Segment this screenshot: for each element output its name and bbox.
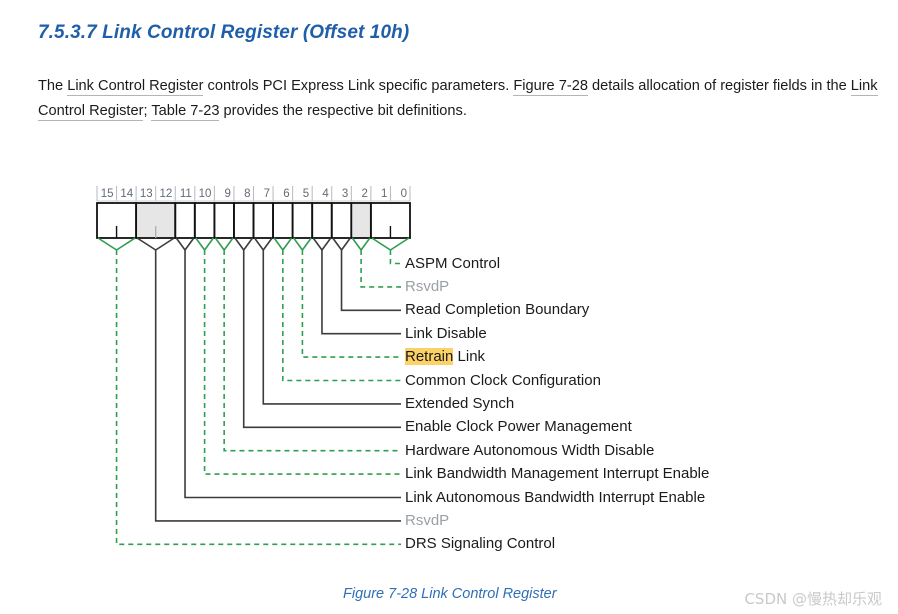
cross-reference-link[interactable]: Link Control Register: [67, 78, 204, 96]
intro-paragraph: The Link Control Register controls PCI E…: [38, 74, 878, 124]
field-funnel-left: [175, 237, 186, 251]
register-bit-cell: [252, 202, 274, 239]
field-label: Link Bandwidth Management Interrupt Enab…: [405, 465, 710, 483]
field-funnel-right: [360, 237, 371, 251]
field-leader-line: [203, 250, 401, 475]
bit-number-2: 2: [361, 188, 368, 200]
field-label: Hardware Autonomous Width Disable: [405, 441, 655, 459]
register-bit-cell: [213, 202, 235, 239]
register-bit-cell: [193, 202, 216, 239]
bit-number-13: 13: [139, 188, 153, 200]
field-funnel-right: [390, 237, 410, 251]
bit-number-8: 8: [244, 188, 251, 200]
field-funnel-left: [351, 237, 362, 251]
reserved-cell-fill: [136, 203, 176, 238]
field-funnel-left: [214, 237, 225, 251]
bit-number-5: 5: [302, 188, 310, 200]
field-funnel-left: [273, 237, 284, 251]
field-funnel-left: [332, 237, 343, 251]
bit-number-0: 0: [400, 188, 407, 200]
field-leader-line: [223, 250, 401, 452]
paragraph-text: controls PCI Express Link specific param…: [203, 78, 514, 94]
bit-number-12: 12: [159, 188, 173, 200]
field-label: RsvdP: [405, 511, 450, 529]
field-funnel-left: [312, 237, 323, 251]
register-bit-cell: [350, 202, 372, 239]
field-label: Extended Synch: [405, 394, 515, 412]
field-funnel-right: [340, 237, 351, 251]
field-label: DRS Signaling Control: [405, 535, 556, 553]
bit-number-7: 7: [263, 188, 271, 200]
field-funnel-right: [282, 237, 293, 251]
bit-number-15: 15: [100, 188, 114, 200]
field-funnel-left: [136, 237, 157, 251]
field-funnel-left: [292, 237, 304, 251]
register-bit-cell: [311, 202, 333, 239]
field-label: RsvdP: [405, 277, 450, 295]
page-title: 7.5.3.7 Link Control Register (Offset 10…: [38, 22, 410, 43]
register-bit-cell: [174, 202, 196, 239]
field-funnel-right: [116, 237, 136, 251]
field-leader-line: [340, 250, 401, 312]
register-bit-cell: [272, 202, 294, 239]
paragraph-text: provides the respective bit definitions.: [219, 103, 467, 119]
paragraph-text: details allocation of register fields in…: [587, 78, 851, 94]
bit-number-10: 10: [198, 188, 212, 200]
register-bit-cell: [291, 202, 314, 239]
watermark: CSDN @慢热却乐观: [744, 590, 882, 608]
field-funnel-left: [371, 237, 391, 251]
field-funnel-right: [301, 237, 312, 251]
bit-number-4: 4: [322, 188, 329, 200]
paragraph-text: The: [38, 78, 68, 94]
highlighted-text: Retrain: [405, 348, 454, 366]
cross-reference-link[interactable]: Figure 7-28: [513, 78, 588, 96]
field-label: Common Clock Configuration: [405, 371, 601, 389]
field-funnel-left: [97, 237, 117, 251]
bit-number-9: 9: [224, 188, 231, 200]
field-label: Enable Clock Power Management: [405, 418, 632, 436]
field-leader-line: [301, 250, 401, 358]
register-bit-cell: [330, 202, 353, 239]
field-funnel-right: [223, 237, 234, 251]
field-funnel-right: [243, 237, 254, 251]
field-funnel-right: [262, 237, 273, 251]
register-bit-cell: [369, 202, 411, 239]
field-label: Link Autonomous Bandwidth Interrupt Enab…: [405, 488, 706, 506]
field-label: Read Completion Boundary: [405, 301, 590, 319]
field-leader-line: [321, 250, 401, 335]
field-leader-line: [262, 250, 401, 405]
field-leader-line: [389, 250, 401, 265]
figure-caption: Figure 7-28 Link Control Register: [343, 586, 557, 602]
field-leader-line: [154, 250, 401, 522]
field-funnel-right: [203, 237, 215, 251]
cross-reference-link[interactable]: Table 7-23: [151, 103, 220, 121]
register-bit-cell: [135, 202, 177, 239]
field-leader-line: [115, 250, 401, 546]
field-label: Retrain Link: [405, 348, 486, 366]
field-funnel-left: [234, 237, 245, 251]
bit-number-1: 1: [381, 188, 388, 200]
register-bit-cell: [233, 202, 255, 239]
field-funnel-right: [155, 237, 175, 251]
field-leader-line: [360, 250, 401, 288]
bit-number-11: 11: [179, 188, 192, 200]
field-leader-line: [184, 250, 401, 499]
field-funnel-left: [253, 237, 264, 251]
field-leader-line: [282, 250, 401, 382]
field-label: ASPM Control: [405, 254, 501, 272]
reserved-cell-fill: [351, 203, 371, 238]
field-funnel-right: [321, 237, 332, 251]
bit-number-6: 6: [283, 188, 290, 200]
bit-number-3: 3: [341, 188, 349, 200]
register-bit-cell: [96, 202, 138, 239]
field-label: Link Disable: [405, 324, 487, 342]
field-funnel-left: [195, 237, 206, 251]
document-page: 7.5.3.7 Link Control Register (Offset 10…: [0, 0, 898, 614]
field-leader-line: [242, 250, 401, 429]
field-funnel-right: [184, 237, 195, 251]
bit-number-14: 14: [120, 188, 134, 200]
